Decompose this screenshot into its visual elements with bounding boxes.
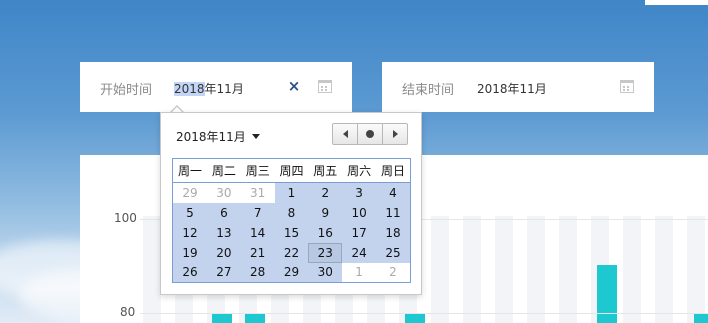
day-cell[interactable]: 28 xyxy=(240,262,275,283)
weekday-label: 周三 xyxy=(240,158,275,183)
day-cell[interactable]: 15 xyxy=(274,222,309,243)
chevron-right-icon xyxy=(392,130,398,138)
month-nav xyxy=(332,123,408,145)
chart-column-band xyxy=(527,216,545,323)
day-cell[interactable]: 6 xyxy=(207,202,241,223)
day-grid: 周一 周二 周三 周四 周五 周六 周日 29 30 31 1 2 3 4 5 6 7 8 9 10 11 12 13 14… xyxy=(172,158,411,283)
day-cell[interactable]: 30 xyxy=(308,262,343,283)
chart-column-band xyxy=(143,216,161,323)
day-cell[interactable]: 8 xyxy=(274,202,309,223)
day-cell[interactable]: 18 xyxy=(375,222,411,243)
week-row: 12 13 14 15 16 17 18 xyxy=(172,222,411,243)
day-cell[interactable]: 23 xyxy=(308,242,343,263)
day-cell[interactable]: 12 xyxy=(172,222,207,243)
start-date-field[interactable]: 开始时间 2018年11月 × xyxy=(80,62,352,112)
chart-bar xyxy=(694,313,708,323)
month-selector[interactable]: 2018年11月 xyxy=(176,128,260,145)
weekday-label: 周一 xyxy=(172,158,207,183)
chart-column-band xyxy=(431,216,449,323)
day-cell-other-month[interactable]: 1 xyxy=(342,262,376,283)
day-cell[interactable]: 3 xyxy=(342,182,376,203)
day-cell[interactable]: 25 xyxy=(375,242,411,263)
week-row: 29 30 31 1 2 3 4 xyxy=(172,182,411,203)
day-cell-other-month[interactable]: 30 xyxy=(207,182,241,203)
month-label: 2018年11月 xyxy=(176,130,246,144)
y-tick-label: 100 xyxy=(114,211,137,225)
start-date-selected-text: 2018 xyxy=(174,82,205,96)
week-row: 26 27 28 29 30 1 2 xyxy=(172,262,411,283)
day-cell-other-month[interactable]: 29 xyxy=(172,182,207,203)
y-tick-label: 80 xyxy=(120,305,136,319)
day-cell[interactable]: 16 xyxy=(308,222,343,243)
day-cell[interactable]: 21 xyxy=(240,242,275,263)
day-cell[interactable]: 22 xyxy=(274,242,309,263)
day-cell[interactable]: 29 xyxy=(274,262,309,283)
grid-line xyxy=(140,313,708,314)
dot-icon xyxy=(366,130,374,138)
weekday-label: 周日 xyxy=(375,158,411,183)
day-cell[interactable]: 4 xyxy=(375,182,411,203)
week-row: 5 6 7 8 9 10 11 xyxy=(172,202,411,223)
day-cell[interactable]: 2 xyxy=(308,182,343,203)
day-cell-other-month[interactable]: 2 xyxy=(375,262,411,283)
day-cell[interactable]: 19 xyxy=(172,242,207,263)
calendar-icon[interactable] xyxy=(620,80,634,93)
weekday-label: 周五 xyxy=(308,158,343,183)
chevron-down-icon xyxy=(251,134,260,139)
start-date-rest-text: 年11月 xyxy=(204,82,244,96)
chart-bar xyxy=(245,313,265,323)
weekday-header: 周一 周二 周三 周四 周五 周六 周日 xyxy=(172,158,411,183)
day-cell[interactable]: 17 xyxy=(342,222,376,243)
chart-column-band xyxy=(655,216,673,323)
day-cell[interactable]: 1 xyxy=(274,182,309,203)
week-row: 19 20 21 22 23 24 25 xyxy=(172,242,411,263)
today-button[interactable] xyxy=(357,123,383,145)
day-cell[interactable]: 13 xyxy=(207,222,241,243)
chart-bar xyxy=(212,313,232,323)
day-cell[interactable]: 14 xyxy=(240,222,275,243)
start-date-label: 开始时间 xyxy=(100,83,153,98)
day-cell[interactable]: 26 xyxy=(172,262,207,283)
chart-column-band xyxy=(623,216,641,323)
clear-icon[interactable]: × xyxy=(287,78,301,94)
chart-bar xyxy=(597,265,617,323)
end-date-label: 结束时间 xyxy=(402,83,455,98)
prev-month-button[interactable] xyxy=(332,123,358,145)
chart-column-band xyxy=(463,216,481,323)
calendar-popup: 2018年11月 周一 周二 周三 周四 周五 周六 周日 29 30 31 1 2 3 4 5 6 7 8 9 1… xyxy=(160,112,422,295)
start-date-input[interactable]: 2018年11月 xyxy=(174,80,244,97)
chart-column-band xyxy=(687,216,705,323)
day-cell[interactable]: 27 xyxy=(207,262,241,283)
chart-column-band xyxy=(495,216,513,323)
day-cell[interactable]: 9 xyxy=(308,202,343,223)
day-cell[interactable]: 11 xyxy=(375,202,411,223)
weekday-label: 周二 xyxy=(207,158,241,183)
day-cell-other-month[interactable]: 31 xyxy=(240,182,275,203)
chevron-left-icon xyxy=(342,130,348,138)
day-cell[interactable]: 20 xyxy=(207,242,241,263)
day-cell[interactable]: 5 xyxy=(172,202,207,223)
calendar-icon[interactable] xyxy=(318,80,332,93)
weekday-label: 周六 xyxy=(342,158,376,183)
end-date-field[interactable]: 结束时间 2018年11月 xyxy=(382,62,654,112)
chart-bar xyxy=(405,313,425,323)
day-cell[interactable]: 10 xyxy=(342,202,376,223)
day-cell[interactable]: 7 xyxy=(240,202,275,223)
end-date-input[interactable]: 2018年11月 xyxy=(477,80,547,97)
day-cell[interactable]: 24 xyxy=(342,242,376,263)
weekday-label: 周四 xyxy=(274,158,309,183)
top-right-white-strip xyxy=(645,0,708,5)
chart-column-band xyxy=(559,216,577,323)
next-month-button[interactable] xyxy=(382,123,408,145)
